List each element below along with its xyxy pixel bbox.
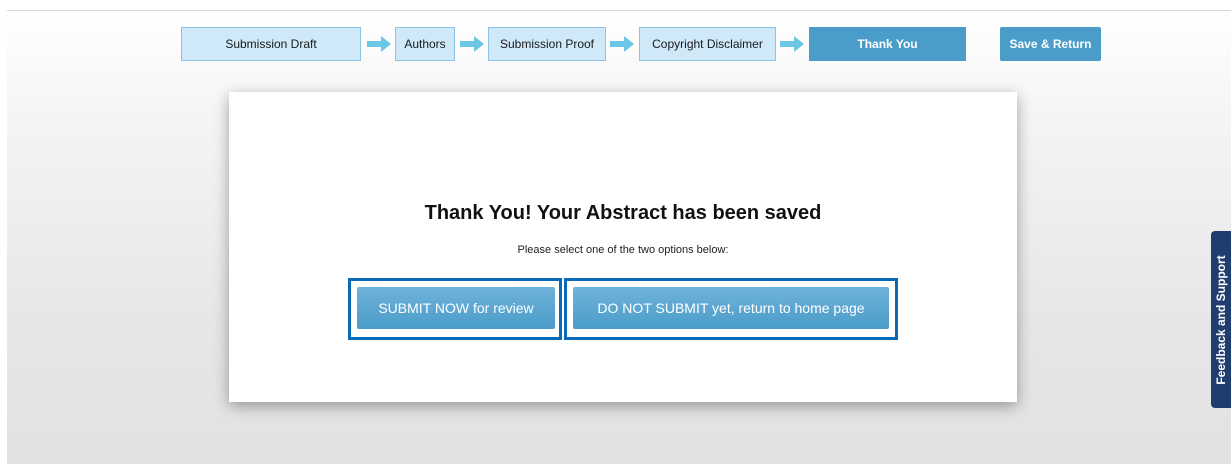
arrow-right-icon: [367, 36, 391, 52]
arrow-right-icon: [610, 36, 634, 52]
step-label: Thank You: [857, 37, 918, 51]
feedback-label: Feedback and Support: [1214, 254, 1228, 385]
arrow-right-icon: [780, 36, 804, 52]
card-subtitle: Please select one of the two options bel…: [517, 244, 729, 256]
feedback-support-tab[interactable]: Feedback and Support: [1211, 231, 1231, 408]
save-return-button[interactable]: Save & Return: [1000, 27, 1101, 61]
step-label: Copyright Disclaimer: [652, 37, 763, 51]
submit-now-button[interactable]: SUBMIT NOW for review: [357, 287, 555, 329]
step-copyright-disclaimer[interactable]: Copyright Disclaimer: [639, 27, 776, 61]
step-submission-draft[interactable]: Submission Draft: [181, 27, 361, 61]
step-label: Authors: [404, 37, 446, 51]
step-label: Submission Proof: [499, 37, 595, 51]
step-authors[interactable]: Authors: [395, 27, 455, 61]
step-submission-proof[interactable]: Submission Proof: [488, 27, 606, 61]
card-title: Thank You! Your Abstract has been saved: [424, 202, 822, 224]
arrow-right-icon: [460, 36, 484, 52]
do-not-submit-button[interactable]: DO NOT SUBMIT yet, return to home page: [573, 287, 889, 329]
confirmation-card: Thank You! Your Abstract has been saved …: [229, 92, 1017, 402]
step-label: Submission Draft: [225, 37, 317, 51]
step-thank-you[interactable]: Thank You: [809, 27, 966, 61]
